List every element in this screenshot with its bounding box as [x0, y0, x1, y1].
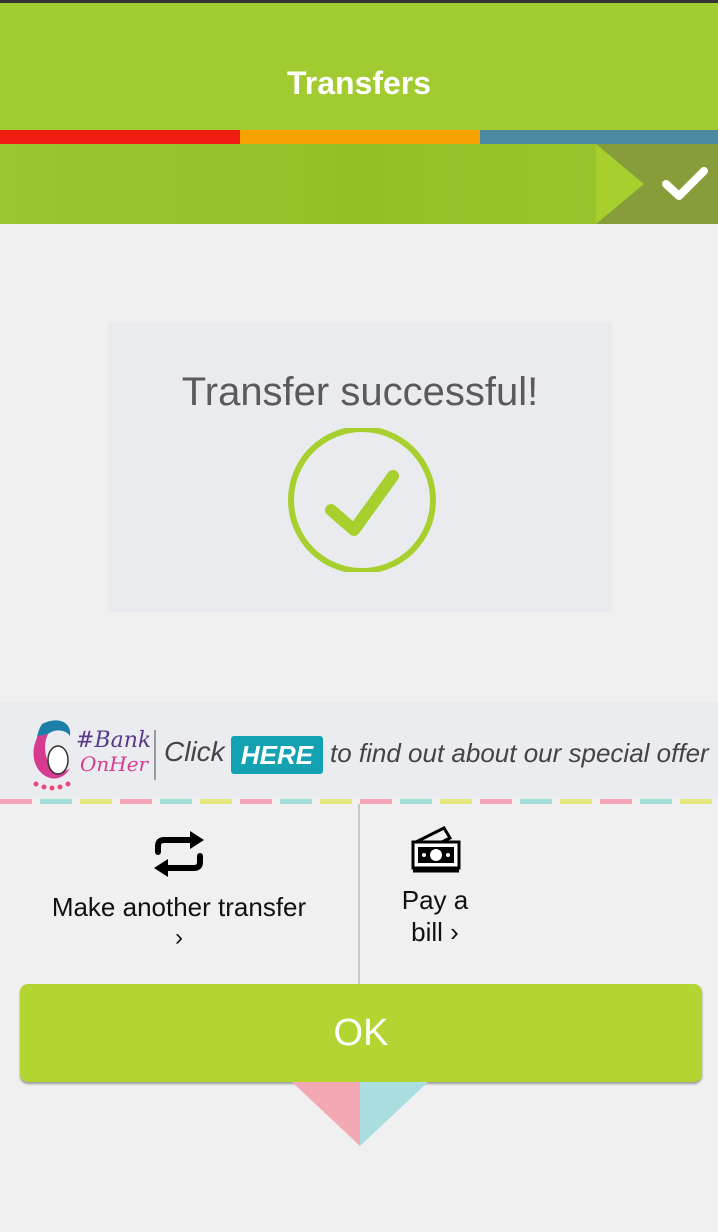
stripe-blue: [480, 130, 718, 144]
logo-text-onher: OnHer: [80, 752, 149, 776]
page-title: Transfers: [286, 65, 432, 101]
decorative-triangle-pink: [292, 1082, 360, 1146]
pay-a-bill-label-line2: bill ›: [411, 917, 459, 947]
make-another-transfer-button[interactable]: Make another transfer ›: [0, 804, 358, 984]
progress-bar: [0, 144, 718, 224]
check-circle-icon: [288, 428, 436, 572]
logo-text-bank: #Bank: [76, 728, 152, 753]
decorative-triangle-teal: [360, 1082, 428, 1146]
make-another-transfer-label: Make another transfer: [51, 892, 307, 922]
pay-a-bill-button[interactable]: Pay a bill ›: [360, 804, 718, 984]
banner-divider: [154, 730, 156, 780]
stripe-orange: [240, 130, 480, 144]
ok-button[interactable]: OK: [20, 984, 702, 1082]
progress-chevron: [596, 144, 644, 224]
success-message: Transfer successful!: [181, 370, 539, 414]
promo-banner[interactable]: #Bank OnHer Click HERE to find out about…: [0, 702, 718, 800]
money-bill-icon: [411, 826, 461, 873]
pay-a-bill-label-line1: Pay a: [401, 885, 469, 915]
pay-a-bill-label: Pay a bill ›: [400, 884, 470, 948]
success-card: Transfer successful!: [108, 322, 612, 612]
repeat-arrows-icon: [154, 831, 204, 877]
banner-offer-text: to find out about our special offer: [330, 738, 709, 768]
banner-here-button[interactable]: HERE: [231, 736, 323, 774]
app-header: Transfers: [0, 3, 718, 130]
stripe-red: [0, 130, 240, 144]
chevron-right-icon: ›: [175, 924, 183, 951]
banner-click-text: Click: [164, 736, 225, 767]
check-icon: [662, 167, 708, 200]
